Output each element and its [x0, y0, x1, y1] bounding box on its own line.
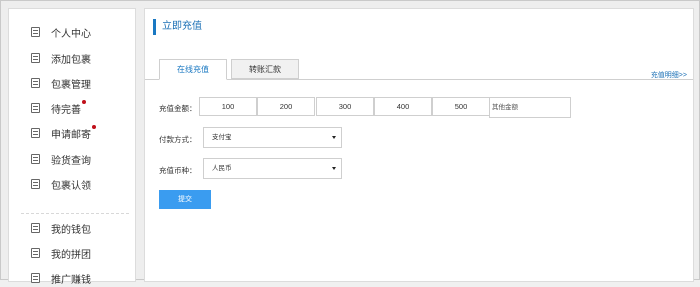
- sidebar-item-label: 我的钱包: [51, 224, 91, 236]
- sidebar-item-promotion[interactable]: 推广赚钱: [31, 269, 91, 287]
- sidebar-item-label-wrap: 申请邮寄: [51, 124, 96, 141]
- sidebar-item-label: 包裹管理: [51, 79, 91, 91]
- chevron-down-icon: [332, 167, 336, 170]
- sidebar-item-my-wallet[interactable]: 我的钱包: [31, 219, 91, 237]
- sidebar-item-package-management[interactable]: 包裹管理: [31, 74, 91, 92]
- sidebar-item-add-package[interactable]: 添加包裹: [31, 49, 91, 67]
- chevron-down-icon: [332, 136, 336, 139]
- notification-dot: [82, 99, 86, 104]
- main-panel: 立即充值 在线充值 转账汇款 充值明细>> 充值金额： 100 200 300 …: [144, 8, 694, 282]
- sidebar-divider: [21, 213, 129, 214]
- amount-label: 充值金额：: [159, 104, 197, 113]
- sidebar-item-personal-center[interactable]: 个人中心: [31, 23, 91, 41]
- list-icon: [31, 223, 40, 233]
- sidebar-item-label: 包裹认领: [51, 180, 91, 192]
- tabs-divider: [145, 79, 693, 80]
- sidebar-item-label: 推广赚钱: [51, 274, 91, 286]
- currency-select[interactable]: 人民币: [203, 158, 342, 179]
- payment-method-label: 付款方式：: [159, 135, 197, 144]
- sidebar-item-apply-mailing[interactable]: 申请邮寄: [31, 124, 96, 142]
- list-icon: [31, 78, 40, 88]
- sidebar: 个人中心 添加包裹 包裹管理 待完善 申请邮寄 验货查询 包裹认领 我的钱包 我…: [8, 8, 136, 286]
- list-icon: [31, 248, 40, 258]
- notification-dot: [92, 124, 96, 129]
- amount-option-300[interactable]: 300: [316, 97, 374, 116]
- page-title: 立即充值: [153, 19, 202, 35]
- list-icon: [31, 154, 40, 164]
- amount-option-400[interactable]: 400: [374, 97, 432, 116]
- list-icon: [31, 273, 40, 283]
- list-icon: [31, 179, 40, 189]
- other-amount-input[interactable]: 其他金额: [489, 97, 571, 118]
- sidebar-item-label-wrap: 待完善: [51, 99, 86, 116]
- sidebar-item-to-complete[interactable]: 待完善: [31, 99, 86, 117]
- list-icon: [31, 27, 40, 37]
- sidebar-item-label: 添加包裹: [51, 54, 91, 66]
- payment-method-value: 支付宝: [212, 134, 232, 141]
- sidebar-item-label: 待完善: [51, 104, 81, 116]
- list-icon: [31, 53, 40, 63]
- recharge-details-link[interactable]: 充值明细>>: [651, 70, 687, 80]
- tab-bank-transfer[interactable]: 转账汇款: [231, 59, 299, 79]
- tab-online-recharge[interactable]: 在线充值: [159, 59, 227, 80]
- sidebar-item-package-claim[interactable]: 包裹认领: [31, 175, 91, 193]
- sidebar-item-my-group-buy[interactable]: 我的拼团: [31, 244, 91, 262]
- submit-button[interactable]: 提交: [159, 190, 211, 209]
- sidebar-item-label: 我的拼团: [51, 249, 91, 261]
- amount-option-500[interactable]: 500: [432, 97, 490, 116]
- amount-option-200[interactable]: 200: [257, 97, 315, 116]
- amount-option-100[interactable]: 100: [199, 97, 257, 116]
- sidebar-item-label: 申请邮寄: [51, 129, 91, 141]
- currency-value: 人民币: [212, 165, 232, 172]
- payment-method-select[interactable]: 支付宝: [203, 127, 342, 148]
- sidebar-item-label: 验货查询: [51, 155, 91, 167]
- list-icon: [31, 103, 40, 113]
- currency-label: 充值币种：: [159, 166, 197, 175]
- list-icon: [31, 128, 40, 138]
- sidebar-item-label: 个人中心: [51, 28, 91, 40]
- sidebar-item-inspection-query[interactable]: 验货查询: [31, 150, 91, 168]
